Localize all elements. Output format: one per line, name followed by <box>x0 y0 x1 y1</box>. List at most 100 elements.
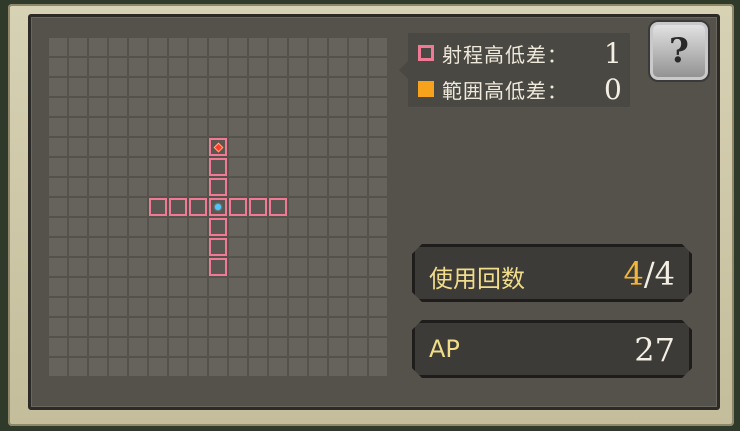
grid-cell <box>129 318 147 336</box>
grid-cell <box>349 258 367 276</box>
range-cell <box>209 238 227 256</box>
grid-cell <box>129 38 147 56</box>
grid-cell <box>49 38 67 56</box>
grid-cell <box>209 118 227 136</box>
grid-cell <box>49 218 67 236</box>
grid-cell <box>309 118 327 136</box>
grid-cell <box>129 238 147 256</box>
grid-cell <box>349 318 367 336</box>
grid-cell <box>369 198 387 216</box>
grid-cell <box>369 278 387 296</box>
grid-cell <box>269 318 287 336</box>
grid-cell <box>109 138 127 156</box>
question-icon: ? <box>669 31 689 71</box>
grid-cell <box>329 118 347 136</box>
grid-cell <box>49 238 67 256</box>
grid-cell <box>169 218 187 236</box>
grid-cell <box>49 138 67 156</box>
grid-cell <box>229 138 247 156</box>
grid-cell <box>109 238 127 256</box>
grid-cell <box>49 78 67 96</box>
grid-cell <box>229 58 247 76</box>
grid-cell <box>169 318 187 336</box>
grid-cell <box>289 58 307 76</box>
grid-cell <box>309 258 327 276</box>
grid-cell <box>189 118 207 136</box>
ap-value: 27 <box>634 331 675 369</box>
grid-cell <box>349 138 367 156</box>
grid-cell <box>229 338 247 356</box>
grid-cell <box>169 258 187 276</box>
grid-cell <box>229 218 247 236</box>
range-cell <box>209 218 227 236</box>
grid-cell <box>69 78 87 96</box>
grid-cell <box>229 358 247 376</box>
grid-cell <box>189 358 207 376</box>
grid-cell <box>349 58 367 76</box>
grid-cell <box>69 58 87 76</box>
grid-cell <box>269 338 287 356</box>
grid-cell <box>69 118 87 136</box>
grid-cell <box>89 258 107 276</box>
range-cell <box>189 198 207 216</box>
grid-cell <box>309 338 327 356</box>
help-button[interactable]: ? <box>648 20 710 82</box>
grid-cell <box>349 158 367 176</box>
grid-cell <box>349 118 367 136</box>
grid-cell <box>289 78 307 96</box>
grid-cell <box>169 298 187 316</box>
grid-cell <box>69 198 87 216</box>
grid-cell <box>169 278 187 296</box>
grid-cell <box>249 178 267 196</box>
grid-cell <box>89 338 107 356</box>
grid-cell <box>49 338 67 356</box>
grid-cell <box>329 298 347 316</box>
grid-cell <box>229 298 247 316</box>
grid-cell <box>49 278 67 296</box>
grid-cell <box>249 38 267 56</box>
grid-cell <box>129 78 147 96</box>
use-count-value: 4/4 <box>624 255 676 293</box>
range-cell <box>209 178 227 196</box>
grid-cell <box>369 118 387 136</box>
grid-cell <box>109 158 127 176</box>
grid-cell <box>309 98 327 116</box>
grid-cell <box>309 358 327 376</box>
grid-cell <box>149 158 167 176</box>
grid-cell <box>129 198 147 216</box>
grid-cell <box>249 278 267 296</box>
grid-cell <box>49 298 67 316</box>
grid-cell <box>349 198 367 216</box>
grid-cell <box>89 358 107 376</box>
grid-cell <box>149 238 167 256</box>
grid-cell <box>309 158 327 176</box>
grid-cell <box>109 318 127 336</box>
grid-cell <box>89 78 107 96</box>
grid-cell <box>89 218 107 236</box>
grid-cell <box>69 158 87 176</box>
grid-cell <box>149 338 167 356</box>
grid-cell <box>89 238 107 256</box>
grid-cell <box>69 178 87 196</box>
grid-cell <box>209 38 227 56</box>
grid-cell <box>249 58 267 76</box>
grid-cell <box>189 58 207 76</box>
grid-cell <box>209 278 227 296</box>
use-count-box: 使用回数 4/4 <box>412 244 692 302</box>
height-difference-box: 射程高低差： 1 範囲高低差： 0 <box>399 33 630 107</box>
grid-cell <box>249 338 267 356</box>
grid-cell <box>129 118 147 136</box>
grid-cell <box>169 338 187 356</box>
grid-cell <box>69 338 87 356</box>
grid-cell <box>229 118 247 136</box>
range-height-value: 1 <box>604 36 622 70</box>
grid-cell <box>289 278 307 296</box>
grid-cell <box>229 38 247 56</box>
ap-label: AP <box>429 335 460 363</box>
grid-cell <box>49 158 67 176</box>
grid-cell <box>69 138 87 156</box>
grid-cell <box>329 58 347 76</box>
grid-cell <box>149 98 167 116</box>
grid-cell <box>269 58 287 76</box>
grid-cell <box>109 78 127 96</box>
